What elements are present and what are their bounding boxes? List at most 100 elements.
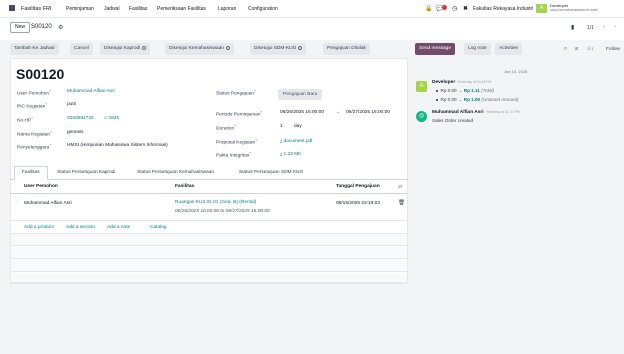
message-time: Yesterday at 11:47 PM (485, 110, 520, 114)
nohp-label: No.HP? (17, 116, 33, 124)
paperclip-icon[interactable]: ⌀ (575, 46, 578, 52)
pengajuan-ditolak-button[interactable]: Pengajuan Ditolak (323, 43, 370, 55)
top-navbar: Fasilitas FRI Peminjaman Jadwal Fasilita… (0, 0, 624, 18)
menu-laporan[interactable]: Laporan (218, 6, 236, 12)
column-user-pemohon[interactable]: User Pemohon (24, 184, 58, 189)
tracking-old-value: Rp 0.00 (440, 88, 457, 93)
followers-icon[interactable]: ☺1 (586, 46, 594, 52)
tools-icon[interactable]: ✖ (463, 5, 468, 12)
message-author[interactable]: Developer Yesterday at 10:18 PM (432, 80, 491, 85)
pakta-size: 1.23 Mb (283, 152, 301, 157)
send-message-button[interactable]: Send message (415, 43, 455, 55)
row-tanggal: 06/15/2025 23:18:03 (336, 201, 381, 206)
periode-label: Periode Peminjaman? (216, 110, 263, 118)
cancel-button[interactable]: Cancel (70, 43, 93, 55)
menu-fasilitas[interactable]: Fasilitas (129, 6, 147, 12)
follow-button[interactable]: Follow (606, 47, 620, 52)
status-pengajuan-label: Status Pengajuan? (216, 89, 256, 97)
nohp-field[interactable]: 0283984732 (67, 116, 94, 121)
gear-icon[interactable]: ⚙ (58, 24, 63, 31)
company-switcher[interactable]: Fakultas Rekayasa Industri (473, 6, 533, 12)
empty-row (11, 260, 407, 272)
periode-start-field[interactable]: 06/26/2025 16:00:00 (280, 110, 324, 115)
chevron-right-icon[interactable]: › (614, 24, 616, 30)
column-settings-icon[interactable]: ⇄ (398, 184, 402, 190)
row-fasilitas[interactable]: Ruangan KU2.01.01 (Ged. B) (Rental) (175, 200, 256, 205)
drag-handle-icon[interactable]: ⋮ (14, 200, 19, 205)
user-pemohon-label-text: User Pemohon (17, 91, 49, 97)
menu-pemeriksaan-fasilitas[interactable]: Pemeriksaan Fasilitas (157, 6, 206, 12)
page-title: S00120 (16, 66, 65, 82)
periode-end-field[interactable]: 06/27/2025 16:00:00 (346, 110, 390, 115)
periode-label-text: Periode Peminjaman (216, 112, 261, 118)
pic-kegiatan-field[interactable]: putri (67, 102, 76, 107)
activities-button[interactable]: Activities (495, 43, 522, 55)
empty-row (11, 234, 407, 246)
tab-sdm-kug[interactable]: Status Persetujuan SDM KUG (239, 170, 303, 175)
user-pemohon-label: User Pemohon? (17, 89, 51, 97)
trash-icon[interactable]: 🗑 (398, 200, 405, 206)
pic-kegiatan-label: PIC Kegiatan? (17, 102, 47, 110)
tab-fasilitas[interactable]: Fasilitas (22, 170, 40, 175)
nama-kegiatan-field[interactable]: genesis (67, 130, 84, 135)
signature-icon (225, 45, 230, 50)
new-button[interactable]: New (10, 22, 31, 33)
nama-kegiatan-label-text: Nama Kegiatan (17, 132, 51, 138)
duration-label-text: Duration (216, 126, 235, 132)
penyelenggara-field[interactable]: HMSI (Himpunan Mahasiswa Sistem Informas… (67, 143, 168, 148)
arrow-right-icon: → (335, 110, 340, 115)
app-menu-icon[interactable] (9, 5, 15, 11)
pager-value[interactable]: 1/1 (587, 25, 594, 31)
disetujui-kemahasiswaan-button[interactable]: Disetujui Kemahasiswaan (165, 43, 234, 55)
lock-icon[interactable]: 🔒 (425, 5, 432, 12)
disetujui-kaprodi-button[interactable]: Disetujui Kaprodi (100, 43, 151, 55)
menu-peminjaman[interactable]: Peminjaman (66, 6, 94, 12)
proposal-filename: document.pdf (283, 139, 313, 144)
tracking-new-value: Rp 1.11 (463, 88, 480, 93)
column-tanggal-pengajuan[interactable]: Tanggal Pengajuan (336, 184, 380, 189)
add-section-link[interactable]: Add a section (66, 225, 95, 230)
menu-configuration[interactable]: Configuration (248, 6, 278, 12)
avatar[interactable]: A (416, 81, 427, 92)
followers-count: 1 (591, 47, 594, 51)
add-product-link[interactable]: Add a product (24, 225, 54, 230)
author-name: Muhammad Alfian Asri (432, 110, 484, 115)
sms-label: SMS (109, 116, 120, 121)
status-pengajuan-label-text: Status Pengajuan (216, 91, 254, 97)
add-note-link[interactable]: Add a note (107, 225, 130, 230)
disetujui-sdm-kug-button[interactable]: Disetujui SDM-KUG (250, 43, 307, 55)
signature-icon (298, 45, 303, 50)
attachment-icon[interactable]: ▮ (571, 24, 574, 31)
log-note-button[interactable]: Log note (464, 43, 491, 55)
avatar[interactable]: ◎ (416, 111, 427, 122)
search-icon[interactable]: ⌕ (564, 46, 567, 53)
app-brand[interactable]: Fasilitas FRI (21, 6, 52, 12)
tab-kemahasiswaan[interactable]: Status Persetujuan Kemahasiswaan (137, 170, 214, 175)
tambah-ke-jadwal-button[interactable]: Tambah Ke Jadwal (10, 43, 59, 55)
disetujui-kaprodi-label: Disetujui Kaprodi (104, 46, 141, 51)
tracking-line: Rp 0.00 → Rp 1.00 (Untaxed Amount) (436, 97, 518, 102)
user-pemohon-field[interactable]: Muhammad Alfian Asri (67, 89, 115, 94)
catalog-link[interactable]: Catalog (150, 225, 167, 230)
tab-kaprodi[interactable]: Status Persetujuan Kaprodi (57, 170, 115, 175)
tracking-old-value: Rp 0.00 (440, 97, 457, 102)
pakta-download[interactable]: ⤓ 1.23 Mb (280, 151, 301, 157)
row-user: Muhammad Alfian Asri (24, 201, 72, 206)
chevron-left-icon[interactable]: ‹ (603, 24, 605, 30)
column-fasilitas[interactable]: Fasilitas (175, 184, 194, 189)
breadcrumb: S00120 (31, 24, 52, 30)
avatar[interactable]: A (536, 4, 547, 13)
proposal-label-text: Proposal Kegiatan (216, 140, 256, 146)
sms-button[interactable]: ▱ SMS (104, 116, 119, 121)
menu-jadwal[interactable]: Jadwal (104, 6, 120, 12)
date-separator: Jun 15, 2025 (504, 69, 528, 74)
penyelenggara-label-text: Penyelenggara (17, 145, 50, 151)
empty-row (11, 247, 407, 259)
duration-unit: day (294, 124, 302, 129)
clock-icon[interactable]: ◷ (452, 5, 457, 12)
pakta-label: Pakta Integritas? (216, 151, 252, 159)
proposal-download[interactable]: ⤓ document.pdf (280, 138, 313, 144)
duration-value[interactable]: 1 (280, 124, 283, 129)
message-author[interactable]: Muhammad Alfian Asri Yesterday at 11:47 P… (432, 110, 520, 115)
pic-kegiatan-label-text: PIC Kegiatan (17, 104, 46, 110)
